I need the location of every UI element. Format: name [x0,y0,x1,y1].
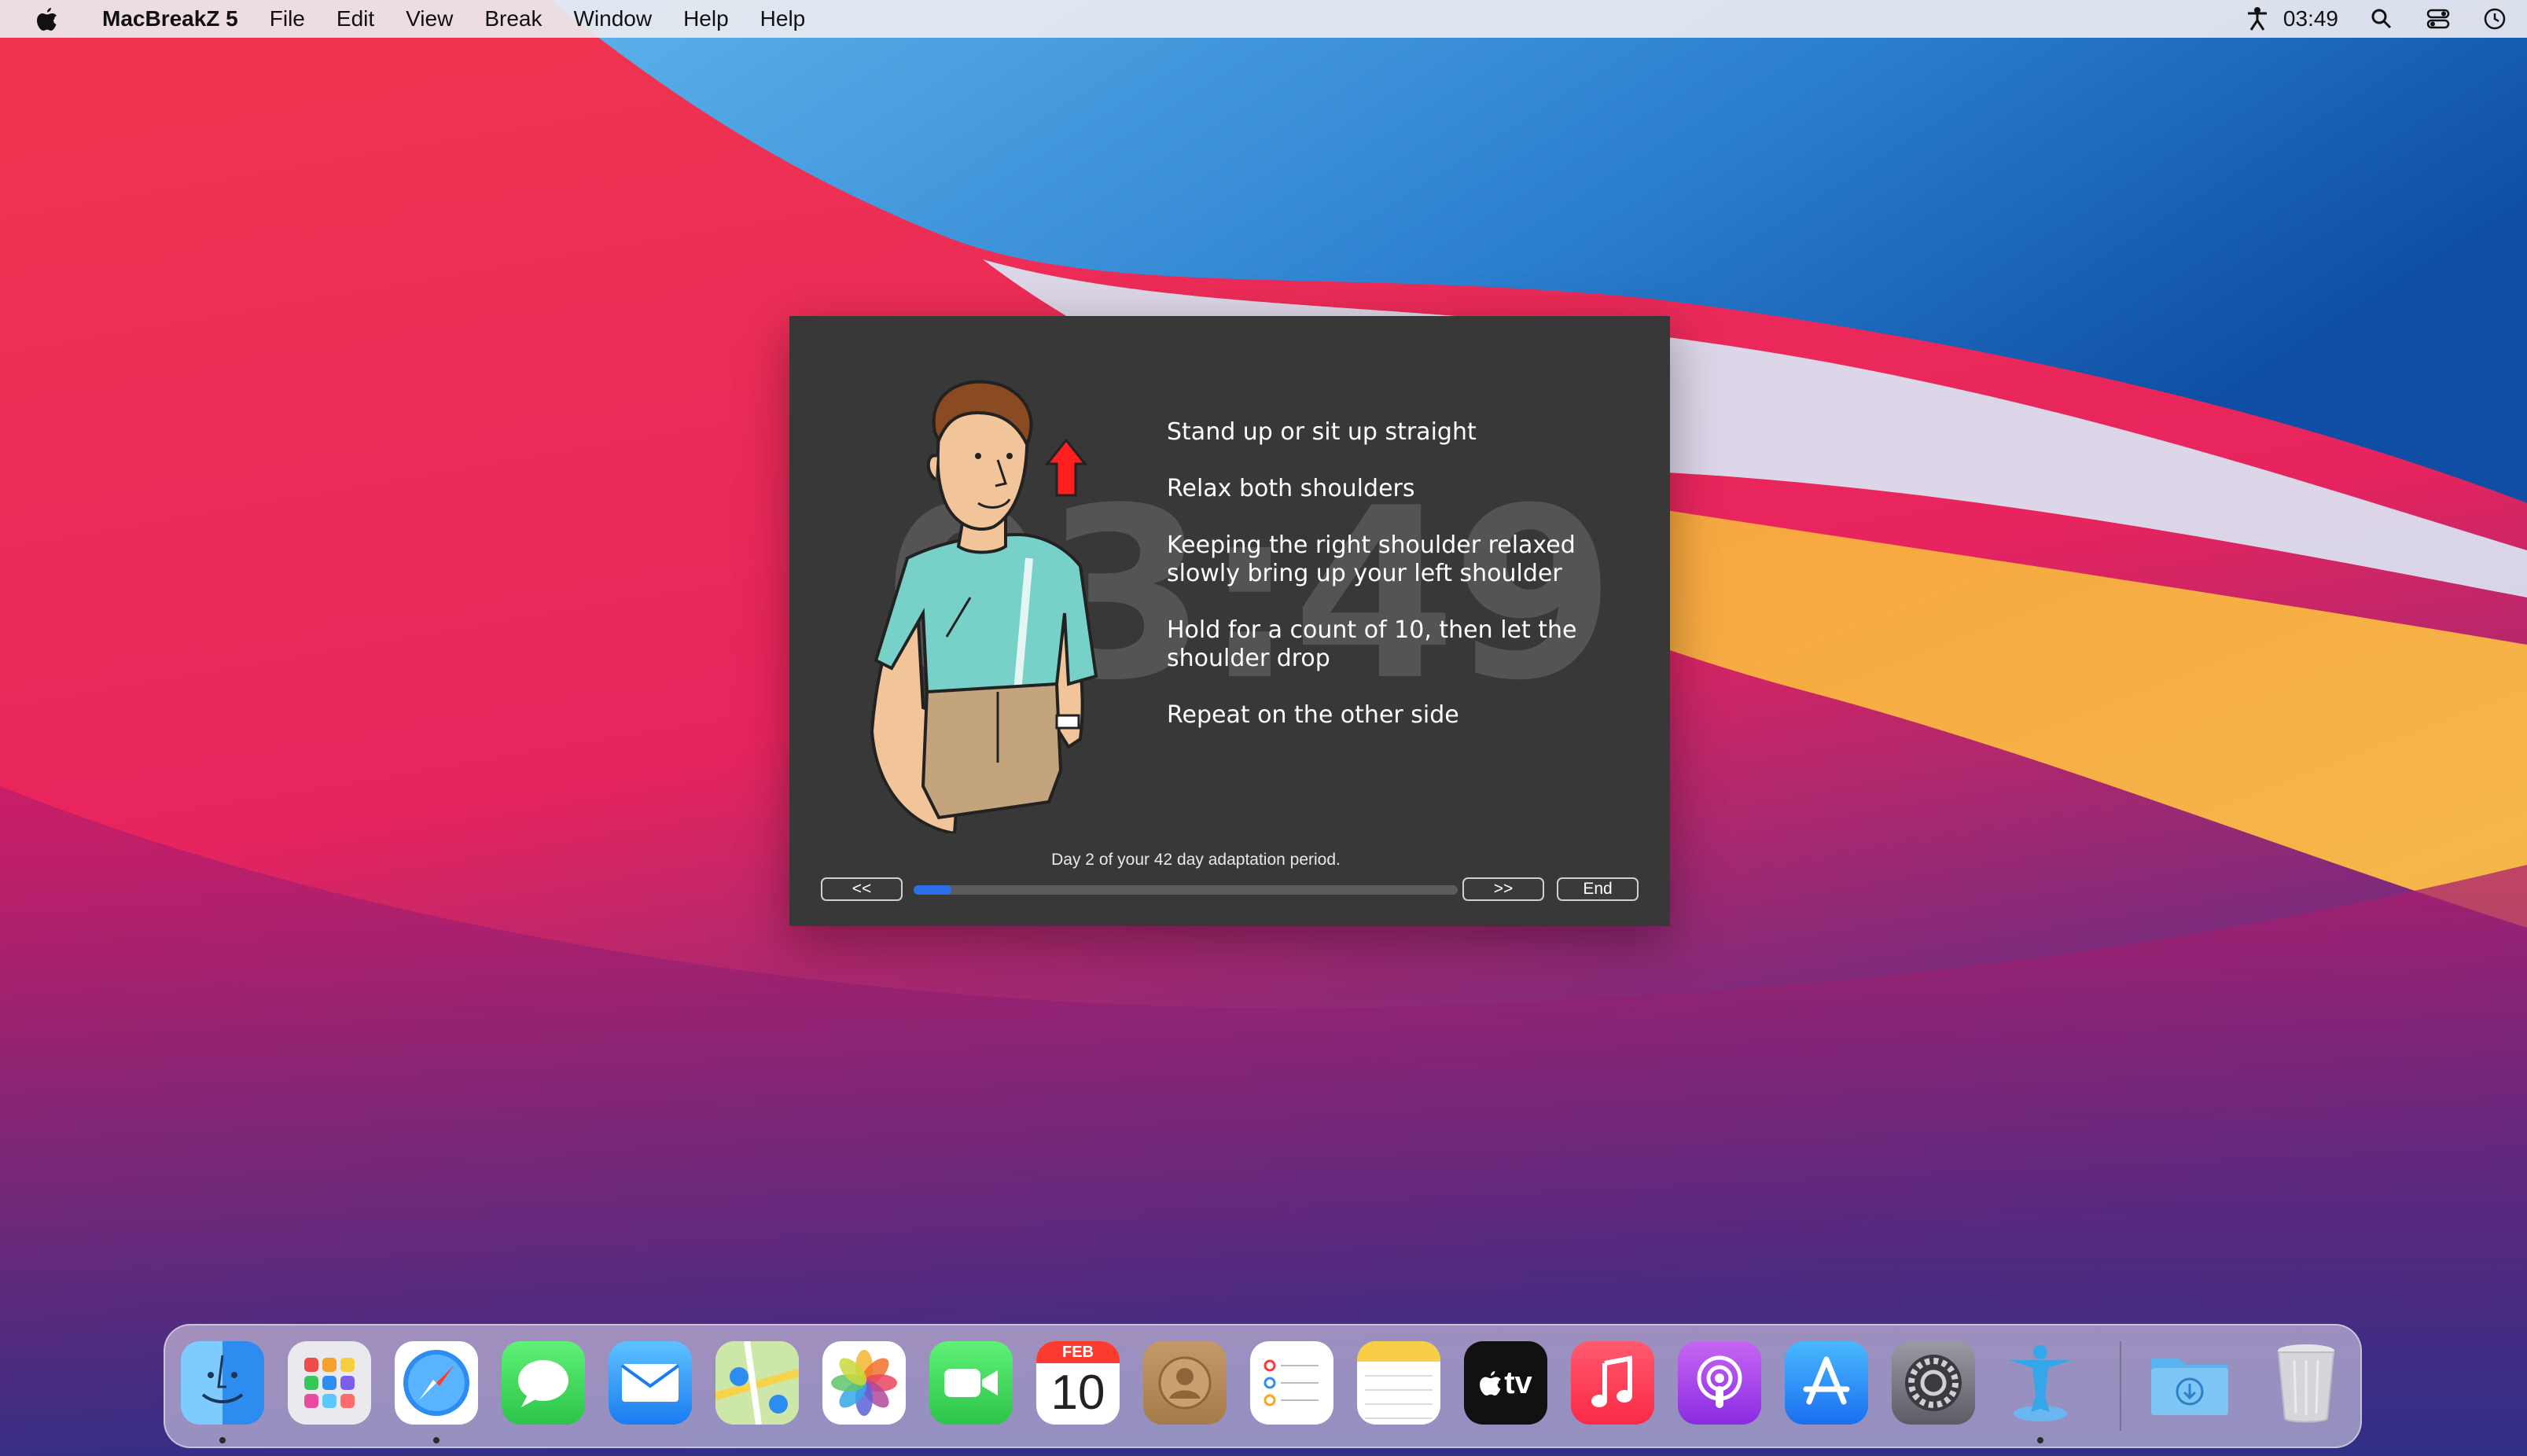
menubar-clock[interactable]: 03:49 [2283,6,2338,31]
dock-separator [2120,1341,2121,1431]
apple-tv-icon[interactable]: tv [1464,1341,1547,1425]
search-icon[interactable] [2368,6,2395,32]
finder-icon[interactable] [181,1341,264,1425]
music-icon[interactable] [1571,1341,1654,1425]
calendar-day: 10 [1050,1366,1105,1420]
facetime-icon[interactable] [929,1341,1013,1425]
photos-icon[interactable] [822,1341,906,1425]
menu-help[interactable]: Help [668,0,745,38]
menu-file[interactable]: File [254,0,321,38]
menu-help-2[interactable]: Help [745,0,822,38]
menu-view[interactable]: View [390,0,469,38]
podcasts-icon[interactable] [1678,1341,1761,1425]
end-button[interactable]: End [1557,877,1639,901]
safari-icon[interactable] [395,1341,478,1425]
instruction-1: Stand up or sit up straight [1167,418,1477,446]
apple-icon[interactable] [28,0,66,38]
maps-icon[interactable] [715,1341,799,1425]
macbreakz-running-indicator [2037,1437,2043,1443]
macbreakz-icon[interactable] [1999,1341,2082,1425]
contacts-icon[interactable] [1143,1341,1227,1425]
menu-app-name[interactable]: MacBreakZ 5 [86,0,254,38]
launchpad-icon[interactable] [288,1341,371,1425]
trash-icon[interactable] [2264,1341,2348,1425]
calendar-icon[interactable]: FEB 10 [1036,1341,1120,1425]
finder-running-indicator [219,1437,226,1443]
instructions: Stand up or sit up straight Relax both s… [1167,418,1607,758]
notes-header [1357,1341,1440,1362]
adaptation-status: Day 2 of your 42 day adaptation period. [1051,851,1341,869]
system-preferences-icon[interactable] [1892,1341,1975,1425]
macbreakz-status-icon[interactable] [2244,6,2271,32]
next-button[interactable]: >> [1462,877,1544,901]
menu-bar: MacBreakZ 5 File Edit View Break Window … [0,0,2527,38]
instruction-5: Repeat on the other side [1167,701,1459,729]
mail-icon[interactable] [609,1341,692,1425]
menu-break[interactable]: Break [469,0,557,38]
instruction-2: Relax both shoulders [1167,475,1415,502]
clock-icon[interactable] [2481,6,2508,32]
downloads-folder-icon[interactable] [2148,1341,2231,1425]
break-progress-fill [914,885,952,895]
break-window: 03:49 Stand up or sit up straight Relax … [789,316,1670,926]
break-progress-bar [914,885,1458,895]
previous-button[interactable]: << [821,877,903,901]
instruction-3: Keeping the right shoulder relaxed slowl… [1167,531,1576,587]
app-store-icon[interactable] [1785,1341,1868,1425]
notes-icon[interactable] [1357,1341,1440,1425]
apple-tv-label: tv [1504,1365,1532,1400]
reminders-icon[interactable] [1250,1341,1333,1425]
safari-running-indicator [433,1437,440,1443]
messages-icon[interactable] [502,1341,585,1425]
menu-window[interactable]: Window [557,0,668,38]
calendar-month: FEB [1036,1341,1120,1363]
menu-edit[interactable]: Edit [321,0,390,38]
instruction-4: Hold for a count of 10, then let the sho… [1167,616,1577,672]
control-center-icon[interactable] [2425,6,2452,32]
exercise-illustration [870,380,1098,833]
